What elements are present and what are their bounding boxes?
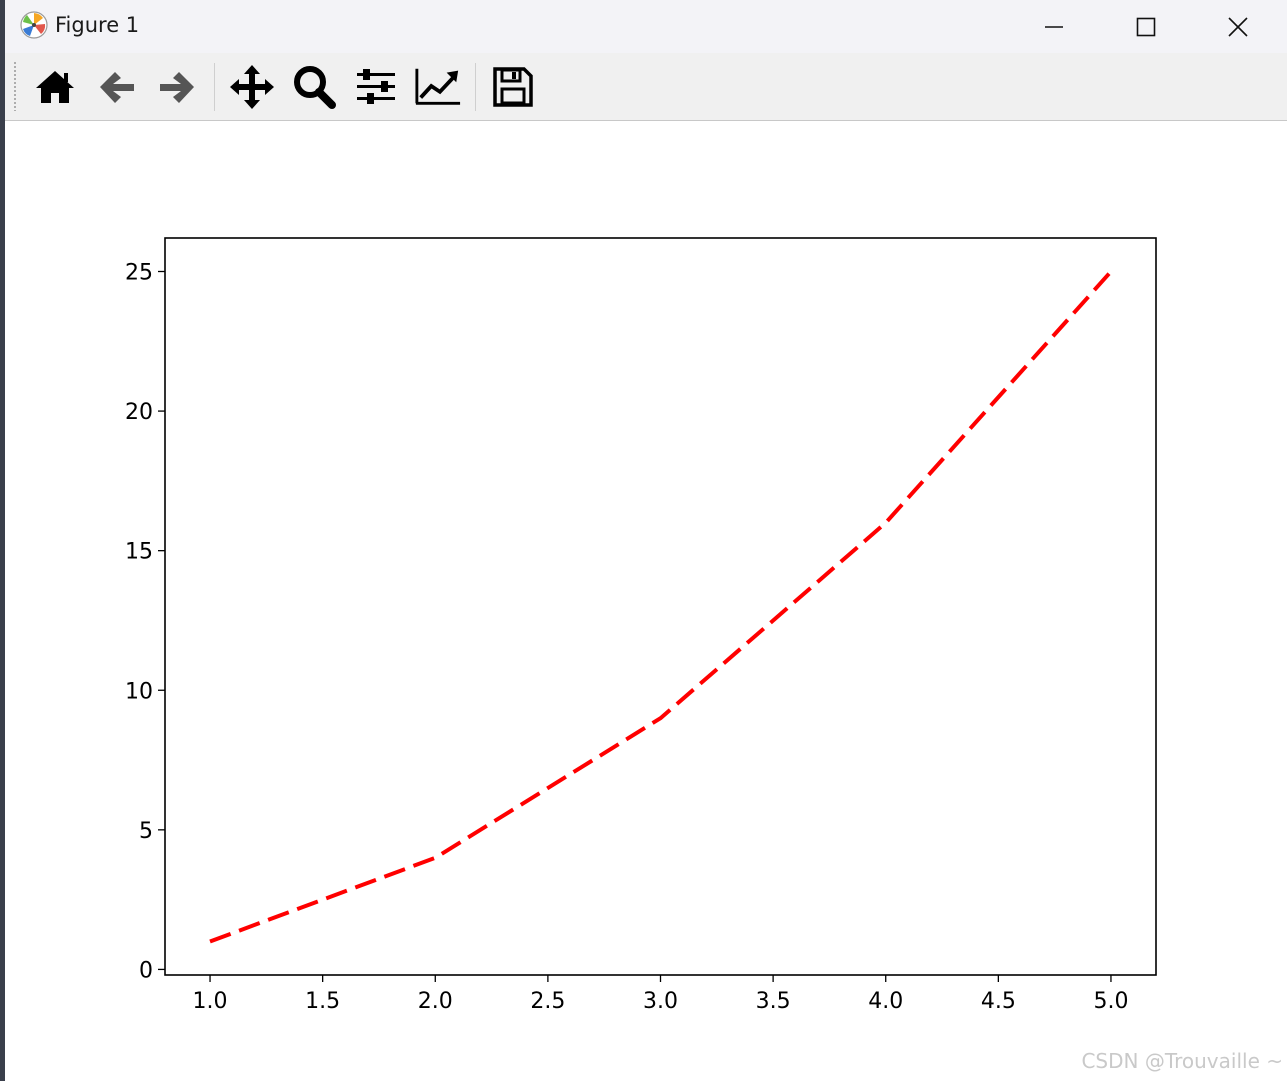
x-tick-label: 1.0: [193, 989, 228, 1014]
minimize-icon: [1045, 25, 1063, 28]
title-bar[interactable]: Figure 1: [5, 0, 1287, 53]
close-button[interactable]: [1192, 0, 1284, 53]
configure-subplots-button[interactable]: [352, 63, 400, 111]
plot-area: [164, 237, 1157, 976]
maximize-icon: [1136, 17, 1156, 36]
toolbar-grip[interactable]: [13, 61, 18, 111]
y-tick-label: 0: [139, 958, 153, 983]
save-button[interactable]: [489, 63, 537, 111]
arrow-right-icon: [160, 72, 194, 103]
x-tick-label: 2.0: [418, 989, 453, 1014]
line-chart-icon: [415, 68, 461, 105]
magnifier-icon: [294, 66, 336, 109]
y-tick-label: 25: [125, 261, 153, 286]
zoom-button[interactable]: [290, 63, 338, 111]
x-tick-label: 1.5: [305, 989, 340, 1014]
home-icon: [36, 71, 74, 103]
y-tick-label: 10: [125, 679, 153, 704]
navigation-toolbar: [5, 53, 1287, 121]
figure-canvas[interactable]: 1.0 1.5 2.0 2.5 3.0 3.5 4.0 4.5 5.0 0 5 10 15 20 25 CS…: [5, 121, 1287, 1081]
forward-button[interactable]: [153, 63, 201, 111]
edit-axis-button[interactable]: [414, 63, 462, 111]
toolbar-separator: [475, 63, 476, 111]
toolbar-separator: [214, 63, 215, 111]
x-tick-label: 3.0: [643, 989, 678, 1014]
home-button[interactable]: [31, 63, 79, 111]
x-tick-label: 4.0: [868, 989, 903, 1014]
watermark: CSDN @Trouvaille ~: [1081, 1049, 1283, 1073]
y-tick-label: 15: [125, 540, 153, 565]
window-title: Figure 1: [55, 13, 140, 37]
move-icon: [230, 65, 274, 109]
pan-button[interactable]: [228, 63, 276, 111]
y-tick-label: 5: [139, 819, 153, 844]
figure-window: Figure 1 1.0 1.5 2.0 2.5 3.0 3.5 4.0 4.5…: [0, 0, 1287, 1081]
arrow-left-icon: [100, 72, 134, 103]
x-tick-label: 4.5: [981, 989, 1016, 1014]
sliders-icon: [357, 69, 395, 104]
x-tick-label: 2.5: [530, 989, 565, 1014]
matplotlib-app-icon: [19, 10, 49, 40]
back-button[interactable]: [93, 63, 141, 111]
y-tick-label: 20: [125, 400, 153, 425]
line-chart: 1.0 1.5 2.0 2.5 3.0 3.5 4.0 4.5 5.0 0 5 10 15 20 25: [125, 237, 1157, 1014]
close-icon: [1228, 16, 1248, 37]
floppy-disk-icon: [493, 67, 533, 107]
x-tick-label: 5.0: [1093, 989, 1128, 1014]
x-tick-label: 3.5: [756, 989, 791, 1014]
maximize-button[interactable]: [1100, 0, 1192, 53]
minimize-button[interactable]: [1008, 0, 1100, 53]
